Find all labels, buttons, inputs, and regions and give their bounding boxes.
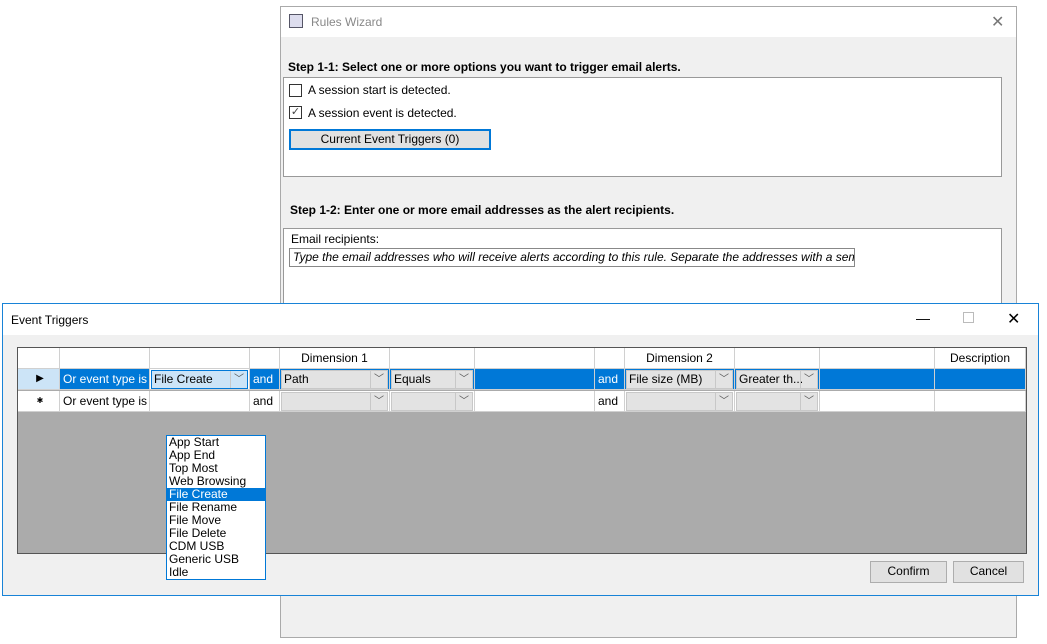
- column-header: [820, 348, 935, 369]
- chevron-down-icon[interactable]: ﹀: [800, 371, 817, 388]
- dim2-combo[interactable]: ﹀: [626, 392, 733, 411]
- column-header: Dimension 2: [625, 348, 735, 369]
- op2-cell: ﹀: [735, 391, 820, 412]
- trigger-options-box: A session start is detected. ✓ A session…: [283, 77, 1002, 177]
- email-label: Email recipients:: [291, 232, 380, 246]
- confirm-button[interactable]: Confirm: [870, 561, 947, 583]
- op1-value: Equals: [394, 372, 431, 386]
- minimize-icon[interactable]: —: [916, 310, 930, 326]
- op1-combo[interactable]: ﹀: [391, 392, 473, 411]
- and1-cell[interactable]: and: [250, 369, 280, 390]
- dropdown-option[interactable]: Idle: [167, 566, 265, 579]
- session-start-checkbox[interactable]: [289, 84, 302, 97]
- op1-cell: Equals ﹀: [390, 369, 475, 390]
- op2-cell: Greater th... ﹀: [735, 369, 820, 390]
- maximize-icon[interactable]: [963, 312, 974, 323]
- session-start-label: A session start is detected.: [308, 83, 451, 97]
- event-cell[interactable]: [150, 391, 250, 412]
- event-triggers-dialog: Event Triggers — ✕ Dimension 1 Dimension …: [2, 303, 1039, 596]
- column-header: [735, 348, 820, 369]
- wizard-app-icon: [289, 14, 303, 28]
- current-event-triggers-button[interactable]: Current Event Triggers (0): [289, 129, 491, 150]
- wizard-title: Rules Wizard: [311, 15, 383, 29]
- chevron-down-icon[interactable]: ﹀: [455, 371, 472, 388]
- op2-value: Greater th...: [739, 372, 804, 386]
- value1-cell[interactable]: [475, 391, 595, 412]
- dim1-combo[interactable]: ﹀: [281, 392, 388, 411]
- chevron-down-icon[interactable]: ﹀: [800, 393, 817, 410]
- value2-cell[interactable]: [820, 369, 935, 390]
- op2-combo[interactable]: ﹀: [736, 392, 818, 411]
- value2-cell[interactable]: [820, 391, 935, 412]
- and2-cell[interactable]: and: [595, 391, 625, 412]
- column-header: [150, 348, 250, 369]
- prefix-cell[interactable]: Or event type is: [60, 391, 150, 412]
- dim1-value: Path: [284, 372, 309, 386]
- op1-combo[interactable]: Equals ﹀: [391, 370, 473, 389]
- event-cell: File Create ﹀: [150, 369, 250, 390]
- chevron-down-icon[interactable]: ﹀: [715, 371, 732, 388]
- event-value: File Create: [154, 372, 213, 386]
- step2-heading: Step 1-2: Enter one or more email addres…: [290, 203, 675, 217]
- column-header: [475, 348, 595, 369]
- prefix-cell[interactable]: Or event type is: [60, 369, 150, 390]
- column-header: Dimension 1: [280, 348, 390, 369]
- cancel-button[interactable]: Cancel: [953, 561, 1024, 583]
- column-header: [60, 348, 150, 369]
- op2-combo[interactable]: Greater th... ﹀: [736, 370, 818, 389]
- dim1-cell: Path ﹀: [280, 369, 390, 390]
- description-cell[interactable]: [935, 391, 1026, 412]
- description-cell[interactable]: [935, 369, 1026, 390]
- dim2-combo[interactable]: File size (MB) ﹀: [626, 370, 733, 389]
- dim2-value: File size (MB): [629, 372, 703, 386]
- event-type-dropdown-list[interactable]: App Start App End Top Most Web Browsing File…: [166, 435, 266, 580]
- dim2-cell: ﹀: [625, 391, 735, 412]
- new-row-indicator-icon[interactable]: ✱: [18, 391, 60, 412]
- email-input[interactable]: Type the email addresses who will receiv…: [289, 248, 855, 267]
- column-header: [390, 348, 475, 369]
- chevron-down-icon[interactable]: ﹀: [230, 371, 247, 388]
- chevron-down-icon[interactable]: ﹀: [370, 371, 387, 388]
- column-header: [595, 348, 625, 369]
- wizard-title-bar: Rules Wizard ✕: [281, 7, 1016, 37]
- step1-heading: Step 1-1: Select one or more options you…: [288, 60, 681, 74]
- dim1-cell: ﹀: [280, 391, 390, 412]
- column-header: Description: [935, 348, 1026, 369]
- close-icon[interactable]: ✕: [991, 12, 1004, 32]
- session-event-label: A session event is detected.: [308, 106, 457, 120]
- close-icon[interactable]: ✕: [1007, 309, 1020, 329]
- session-event-checkbox[interactable]: ✓: [289, 106, 302, 119]
- chevron-down-icon[interactable]: ﹀: [370, 393, 387, 410]
- column-header: [250, 348, 280, 369]
- event-combo[interactable]: File Create ﹀: [151, 370, 248, 389]
- and1-cell[interactable]: and: [250, 391, 280, 412]
- event-triggers-grid: Dimension 1 Dimension 2 Description ▶ Or eve…: [17, 347, 1027, 580]
- event-triggers-title-bar: Event Triggers — ✕: [3, 304, 1038, 335]
- event-triggers-title: Event Triggers: [11, 313, 89, 327]
- column-header: [18, 348, 60, 369]
- dim2-cell: File size (MB) ﹀: [625, 369, 735, 390]
- chevron-down-icon[interactable]: ﹀: [715, 393, 732, 410]
- chevron-down-icon[interactable]: ﹀: [455, 393, 472, 410]
- op1-cell: ﹀: [390, 391, 475, 412]
- and2-cell[interactable]: and: [595, 369, 625, 390]
- value1-cell[interactable]: [475, 369, 595, 390]
- current-row-indicator-icon[interactable]: ▶: [18, 369, 60, 390]
- dim1-combo[interactable]: Path ﹀: [281, 370, 388, 389]
